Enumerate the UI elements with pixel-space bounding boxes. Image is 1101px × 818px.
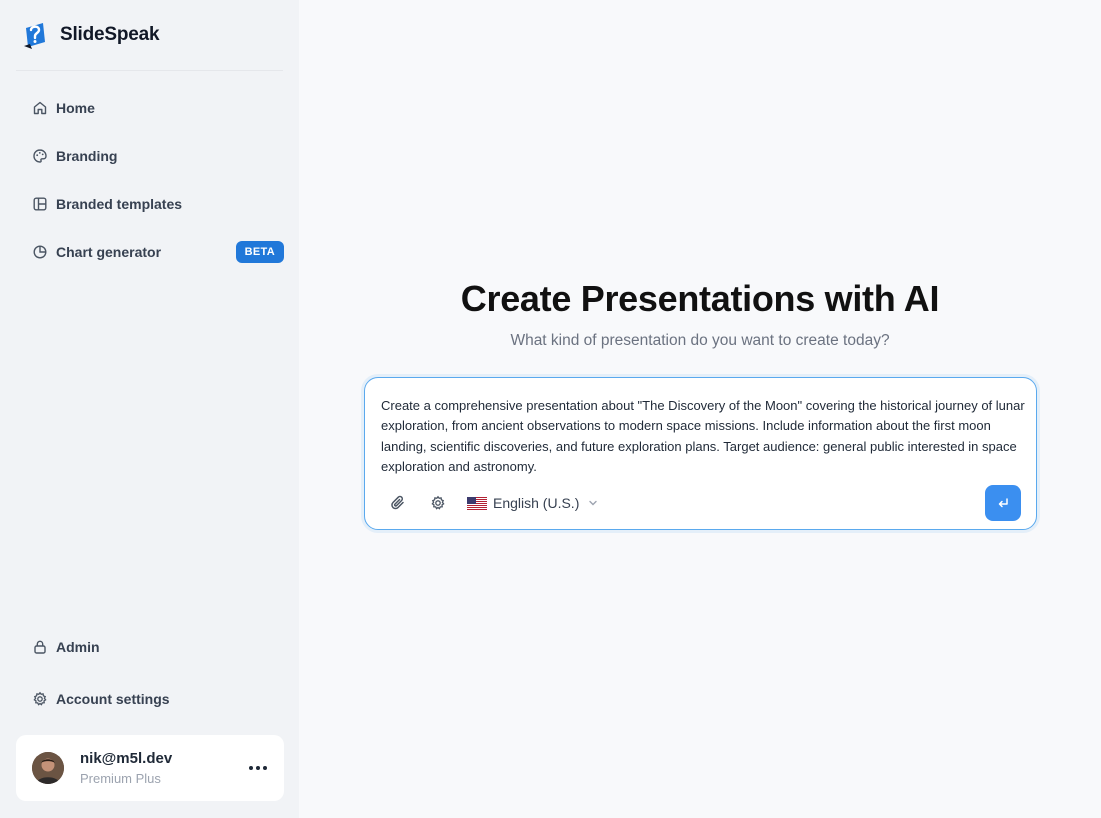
paperclip-icon — [391, 495, 404, 510]
us-flag-icon — [467, 496, 487, 510]
dot — [263, 766, 267, 770]
palette-icon — [32, 148, 48, 164]
main-content: Create Presentations with AI What kind o… — [299, 0, 1101, 818]
logo[interactable]: SlideSpeak — [23, 20, 160, 50]
language-label: English (U.S.) — [493, 495, 580, 511]
chevron-down-icon — [587, 497, 599, 509]
user-card[interactable]: nik@m5l.dev Premium Plus — [16, 735, 284, 801]
submit-button[interactable] — [985, 485, 1021, 521]
user-info: nik@m5l.dev Premium Plus — [80, 750, 172, 786]
home-icon — [32, 100, 48, 116]
settings-button[interactable] — [425, 490, 451, 516]
beta-badge: BETA — [235, 241, 284, 263]
sidebar-item-label: Branded templates — [56, 196, 183, 212]
sidebar-nav: Home Branding Branded templates Chart ge… — [16, 86, 284, 278]
dot — [249, 766, 253, 770]
enter-icon — [998, 498, 1008, 508]
lock-icon — [32, 639, 48, 655]
sidebar-item-chart-generator[interactable]: Chart generator BETA — [16, 230, 284, 274]
app-name: SlideSpeak — [60, 24, 160, 45]
language-select[interactable]: English (U.S.) — [467, 495, 599, 511]
sidebar-item-home[interactable]: Home — [16, 86, 284, 130]
sidebar-item-label: Branding — [56, 148, 118, 164]
sidebar-item-admin[interactable]: Admin — [16, 625, 284, 669]
page-subtitle: What kind of presentation do you want to… — [510, 332, 890, 349]
sidebar-item-label: Chart generator — [56, 244, 162, 260]
sidebar-item-account-settings[interactable]: Account settings — [16, 677, 284, 721]
sidebar-item-label: Home — [56, 100, 95, 116]
attach-button[interactable] — [385, 490, 411, 516]
avatar — [32, 752, 64, 784]
prompt-box: Create a comprehensive presentation abou… — [364, 377, 1037, 530]
slidespeak-logo-icon — [24, 23, 45, 49]
dot — [256, 766, 260, 770]
prompt-input[interactable]: Create a comprehensive presentation abou… — [381, 396, 1026, 477]
pie-chart-icon — [32, 244, 48, 260]
page-title: Create Presentations with AI — [460, 278, 940, 319]
sidebar-item-label: Account settings — [56, 691, 170, 707]
sidebar-item-branding[interactable]: Branding — [16, 134, 284, 178]
user-plan: Premium Plus — [80, 771, 161, 786]
user-email: nik@m5l.dev — [80, 750, 173, 767]
sidebar-bottom-nav: Admin Account settings — [16, 625, 284, 729]
gear-icon — [431, 495, 445, 510]
sidebar-divider — [16, 70, 283, 71]
layout-icon — [32, 196, 48, 212]
more-options-button[interactable] — [248, 758, 268, 778]
gear-icon — [32, 691, 48, 707]
sidebar-item-branded-templates[interactable]: Branded templates — [16, 182, 284, 226]
prompt-toolbar: English (U.S.) — [385, 490, 599, 516]
sidebar: SlideSpeak Home Branding Branded templat… — [0, 0, 299, 818]
sidebar-item-label: Admin — [56, 639, 100, 655]
